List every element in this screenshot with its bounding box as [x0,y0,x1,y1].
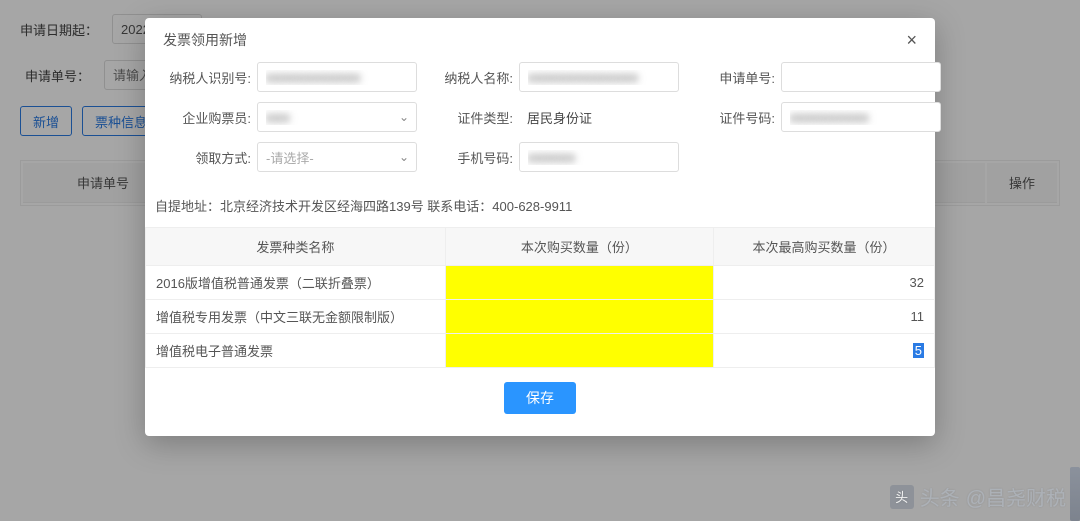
close-button[interactable]: × [906,31,917,49]
cert-no-label: 证件号码: [687,108,775,127]
purchaser-label: 企业购票员: [163,108,251,127]
purchaser-select[interactable] [257,102,417,132]
phone-label: 手机号码: [425,148,513,167]
th-qty: 本次购买数量（份） [445,228,713,266]
table-row: 增值税专用发票（中文三联无金额限制版） 11 [146,300,935,334]
taxpayer-name-input[interactable] [519,62,679,92]
modal-title: 发票领用新增 [163,30,247,50]
th-invoice-type: 发票种类名称 [146,228,446,266]
taxpayer-id-label: 纳税人识别号: [163,68,251,87]
cell-qty-input[interactable] [445,334,713,368]
invoice-apply-modal: 发票领用新增 × 纳税人识别号: 纳税人名称: 申请单号: [145,18,935,436]
th-max-qty: 本次最高购买数量（份） [714,228,935,266]
cell-invoice-type: 增值税电子普通发票 [146,334,446,368]
cell-max-qty: 5 [714,334,935,368]
invoice-table: 发票种类名称 本次购买数量（份） 本次最高购买数量（份） 2016版增值税普通发… [145,227,935,368]
cert-type-value [519,102,679,132]
toutiao-icon: 头 [890,485,914,509]
pickup-address-text: 自提地址：北京经济技术开发区经海四路139号 联系电话：400-628-9911 [145,192,935,227]
phone-input[interactable] [519,142,679,172]
cell-invoice-type: 2016版增值税普通发票（二联折叠票） [146,266,446,300]
scroll-indicator[interactable] [1070,467,1080,521]
table-row: 增值税电子普通发票 5 [146,334,935,368]
watermark: 头 头条 @昌尧财税 [890,482,1066,511]
watermark-handle: @昌尧财税 [966,482,1066,511]
cell-max-qty: 32 [714,266,935,300]
apply-no-input[interactable] [781,62,941,92]
cert-no-input[interactable] [781,102,941,132]
taxpayer-id-input[interactable] [257,62,417,92]
form-area: 纳税人识别号: 纳税人名称: 申请单号: 企业购票员: ⌄ [145,56,935,192]
cell-qty-input[interactable] [445,300,713,334]
table-row: 2016版增值税普通发票（二联折叠票） 32 [146,266,935,300]
save-button[interactable]: 保存 [504,382,576,414]
pickup-method-select[interactable] [257,142,417,172]
pickup-method-label: 领取方式: [163,148,251,167]
apply-no-label: 申请单号: [687,68,775,87]
cell-max-qty: 11 [714,300,935,334]
watermark-prefix: 头条 [920,482,960,511]
modal-overlay: 发票领用新增 × 纳税人识别号: 纳税人名称: 申请单号: [0,0,1080,521]
cert-type-label: 证件类型: [425,108,513,127]
taxpayer-name-label: 纳税人名称: [425,68,513,87]
cell-qty-input[interactable] [445,266,713,300]
cell-invoice-type: 增值税专用发票（中文三联无金额限制版） [146,300,446,334]
